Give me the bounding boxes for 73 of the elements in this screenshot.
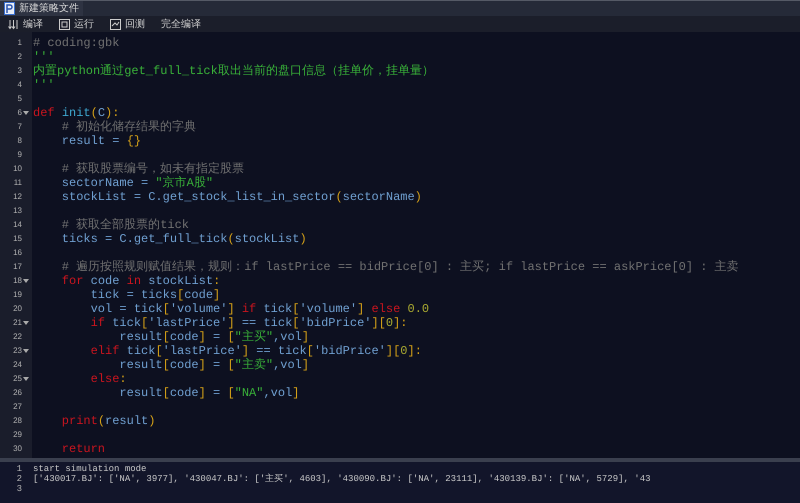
run-icon xyxy=(59,18,70,30)
line-number: 29 xyxy=(13,429,22,441)
line-number: 1 xyxy=(18,37,22,49)
line-number: 21 xyxy=(13,317,22,329)
line-number: 25 xyxy=(13,373,22,385)
file-tab[interactable]: 新建策略文件 xyxy=(0,1,83,16)
line-number: 18 xyxy=(13,275,22,287)
line-number: 5 xyxy=(18,93,22,105)
toolbar-button[interactable]: 编译 xyxy=(8,16,43,32)
line-number: 9 xyxy=(18,149,22,161)
line-number: 17 xyxy=(13,261,22,273)
line-number: 16 xyxy=(13,247,22,259)
code-line: result[code] = ["NA",vol] xyxy=(118,386,300,400)
fold-icon[interactable] xyxy=(23,111,29,115)
code-line: result = {} xyxy=(60,134,142,148)
output-line: start simulation mode xyxy=(33,464,146,474)
line-number: 28 xyxy=(13,415,22,427)
line-number: 4 xyxy=(18,79,22,91)
code-line: ''' xyxy=(33,50,55,64)
code-line: print(result) xyxy=(60,414,156,428)
line-number: 24 xyxy=(13,359,22,371)
line-number: 19 xyxy=(13,289,22,301)
line-number: 26 xyxy=(13,387,22,399)
line-number: 13 xyxy=(13,205,22,217)
output-line: ['430017.BJ': ['NA', 3977], '430047.BJ': ['主买', 4603], '430090.BJ': ['NA', 23111], '430139.BJ': ['NA', 5729], '43 xyxy=(33,474,650,484)
code-line: result[code] = ["主买",vol] xyxy=(118,330,310,344)
toolbar-button[interactable]: 回测 xyxy=(110,16,145,32)
line-number: 11 xyxy=(14,177,22,189)
toolbar-button[interactable]: 完全编译 xyxy=(161,16,201,32)
line-number: 14 xyxy=(13,219,22,231)
line-number: 3 xyxy=(16,484,22,494)
code-line: # 遍历按照规则赋值结果，规则：if lastPrice == bidPrice[0] : 主买; if lastPrice == askPrice[0] : 主卖 xyxy=(60,260,739,274)
arrows-icon xyxy=(8,18,19,30)
fold-icon[interactable] xyxy=(23,321,29,325)
line-number: 2 xyxy=(18,51,22,63)
code-line: def init(C): xyxy=(33,106,120,120)
code-line: return xyxy=(60,442,106,456)
fold-icon[interactable] xyxy=(23,377,29,381)
line-number: 27 xyxy=(13,401,22,413)
code-line: for code in stockList: xyxy=(60,274,220,288)
code-line: stockList = C.get_stock_list_in_sector(sectorName) xyxy=(60,190,422,204)
code-line: else: xyxy=(90,372,127,386)
code-line: if tick['lastPrice'] == tick['bidPrice'][0]: xyxy=(90,316,408,330)
chart-icon xyxy=(110,18,121,30)
line-number: 8 xyxy=(18,135,22,147)
line-number: 2 xyxy=(16,474,22,484)
code-line: # 初始化储存结果的字典 xyxy=(60,120,196,134)
code-line: # coding:gbk xyxy=(33,36,120,50)
code-line: 内置python通过get_full_tick取出当前的盘口信息（挂单价，挂单量） xyxy=(33,64,434,78)
line-number: 15 xyxy=(13,233,22,245)
code-line: ticks = C.get_full_tick(stockList) xyxy=(60,232,307,246)
code-line: elif tick['lastPrice'] == tick['bidPrice'][0]: xyxy=(90,344,422,358)
line-number: 6 xyxy=(18,107,22,119)
line-number: 3 xyxy=(18,65,22,77)
code-line: sectorName = "京市A股" xyxy=(60,176,214,190)
line-number: 23 xyxy=(13,345,22,357)
line-number: 12 xyxy=(13,191,22,203)
code-line: tick = ticks[code] xyxy=(90,288,220,302)
code-line: # 获取全部股票的tick xyxy=(60,218,190,232)
line-number: 30 xyxy=(13,443,22,455)
line-number: 20 xyxy=(13,303,22,315)
code-line: ''' xyxy=(33,78,55,92)
code-line: vol = tick['volume'] if tick['volume'] else 0.0 xyxy=(90,302,430,316)
code-line: # 获取股票编号，如未有指定股票 xyxy=(60,162,244,176)
toolbar-button[interactable]: 运行 xyxy=(59,16,94,32)
line-number: 10 xyxy=(13,163,22,175)
code-line: result[code] = ["主卖",vol] xyxy=(119,358,310,372)
document-icon xyxy=(4,2,15,15)
fold-icon[interactable] xyxy=(23,279,29,283)
line-number: 22 xyxy=(13,331,22,343)
fold-icon[interactable] xyxy=(23,349,29,353)
line-number: 7 xyxy=(18,121,22,133)
line-number: 1 xyxy=(16,464,22,474)
